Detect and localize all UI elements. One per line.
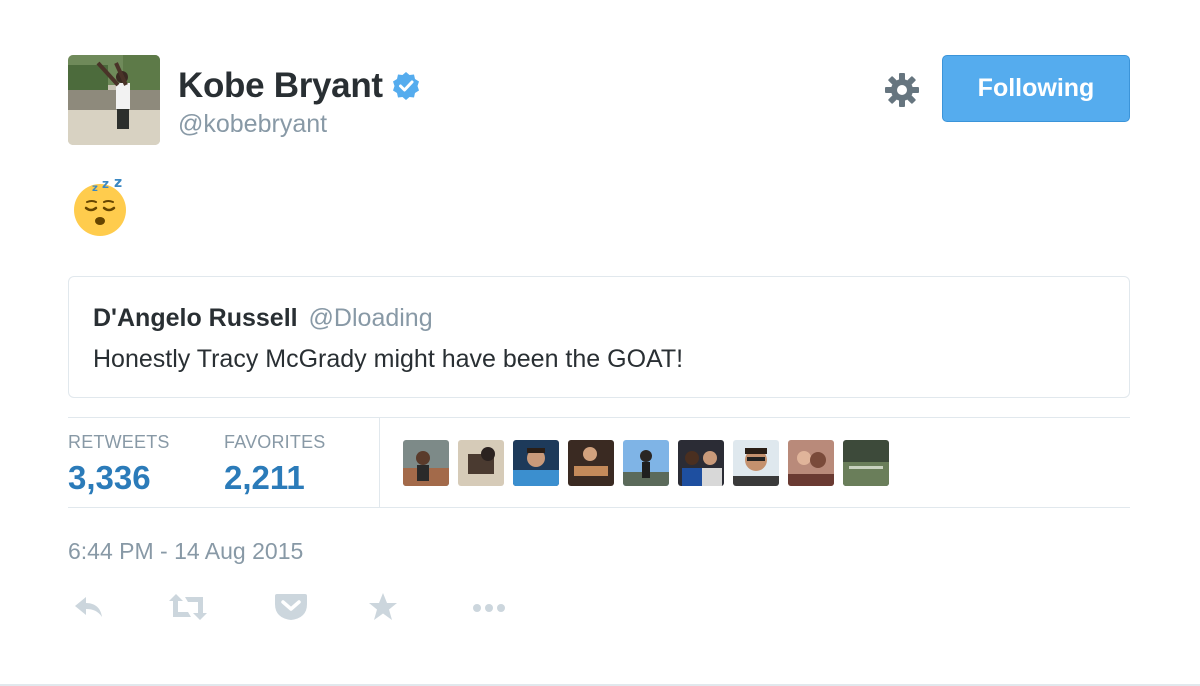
- tweet-timestamp[interactable]: 6:44 PM - 14 Aug 2015: [68, 538, 303, 565]
- favoriter-avatar[interactable]: [678, 440, 724, 486]
- favoriter-avatar[interactable]: [568, 440, 614, 486]
- quoted-author-username: @Dloading: [308, 304, 433, 332]
- svg-text:z: z: [92, 183, 98, 194]
- favoriter-avatar[interactable]: [623, 440, 669, 486]
- retweet-icon[interactable]: [168, 590, 208, 629]
- favoriter-avatar[interactable]: [733, 440, 779, 486]
- favorites-label: FAVORITES: [224, 432, 326, 452]
- author-username[interactable]: @kobebryant: [178, 110, 327, 139]
- favorite-star-icon[interactable]: [366, 590, 400, 629]
- pocket-icon[interactable]: [274, 590, 308, 629]
- stats-divider-top: [68, 417, 1130, 418]
- author-avatar[interactable]: [68, 55, 160, 145]
- favoriter-avatar[interactable]: [458, 440, 504, 486]
- gear-icon[interactable]: [884, 72, 920, 108]
- favoriter-avatar[interactable]: [403, 440, 449, 486]
- quoted-tweet-text: Honestly Tracy McGrady might have been t…: [93, 345, 684, 373]
- favoriter-avatar[interactable]: [788, 440, 834, 486]
- retweets-label: RETWEETS: [68, 432, 170, 452]
- more-icon[interactable]: [470, 590, 510, 629]
- quoted-tweet[interactable]: D'Angelo Russell @Dloading Honestly Trac…: [68, 276, 1130, 398]
- following-button[interactable]: Following: [942, 55, 1130, 122]
- reply-icon[interactable]: [72, 590, 106, 629]
- svg-text:z: z: [114, 178, 122, 191]
- author-fullname[interactable]: Kobe Bryant: [178, 66, 383, 106]
- retweets-stat[interactable]: RETWEETS 3,336: [68, 432, 170, 497]
- svg-text:z: z: [102, 178, 109, 191]
- favorites-count: 2,211: [224, 459, 305, 496]
- favoriter-avatar[interactable]: [843, 440, 889, 486]
- favoriter-avatar[interactable]: [513, 440, 559, 486]
- favoriter-avatars: [403, 440, 898, 486]
- sleeping-face-emoji: z z z: [72, 175, 130, 236]
- verified-badge-icon: [391, 71, 421, 101]
- tweet-card: Kobe Bryant @kobebryant Following z z z …: [0, 0, 1200, 686]
- retweets-count: 3,336: [68, 459, 151, 496]
- quoted-tweet-header: D'Angelo Russell @Dloading: [93, 304, 433, 333]
- author-name-row[interactable]: Kobe Bryant: [178, 66, 421, 106]
- stats-divider-vertical: [379, 418, 380, 507]
- quoted-author-name: D'Angelo Russell: [93, 304, 298, 332]
- favorites-stat[interactable]: FAVORITES 2,211: [224, 432, 326, 497]
- stats-divider-bottom: [68, 507, 1130, 508]
